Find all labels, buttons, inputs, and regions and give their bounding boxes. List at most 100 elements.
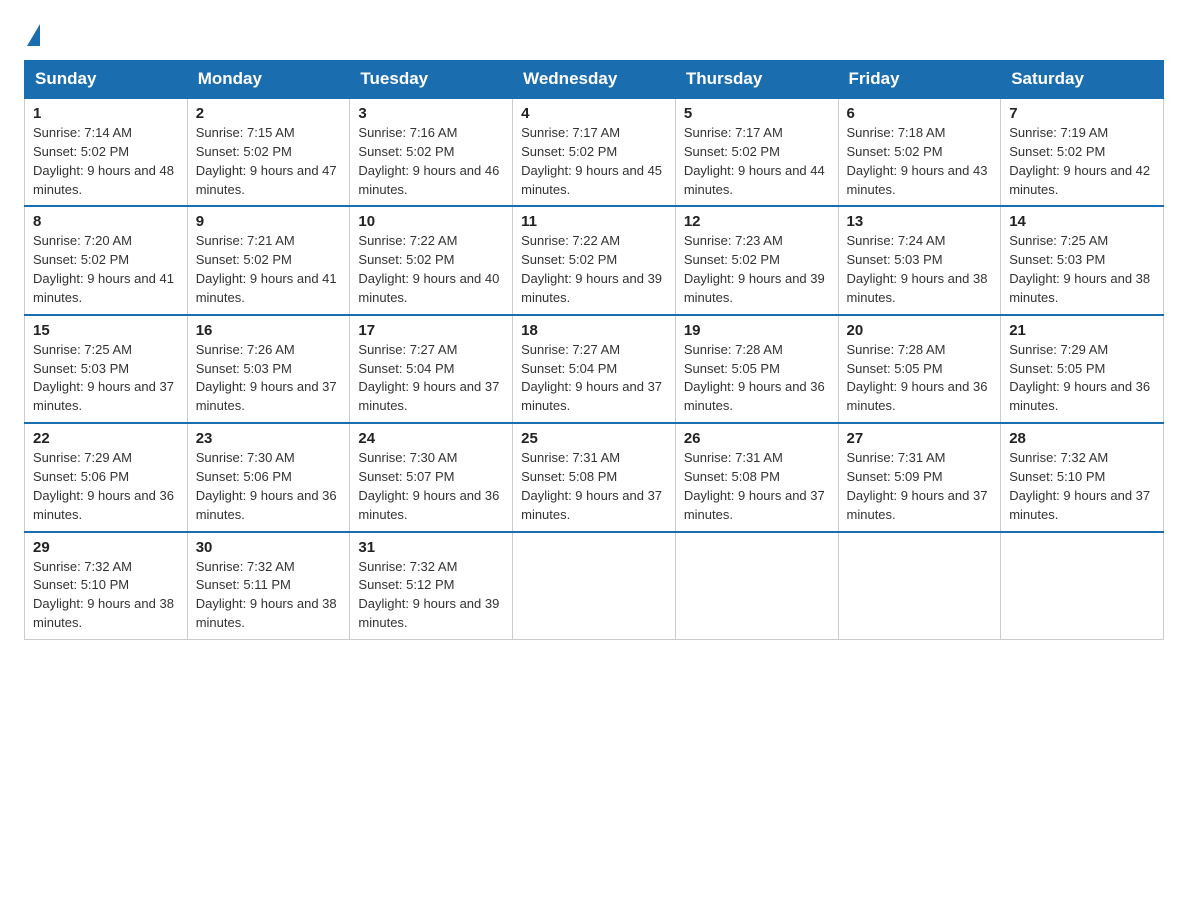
- day-cell: 2 Sunrise: 7:15 AMSunset: 5:02 PMDayligh…: [187, 98, 350, 206]
- logo: [24, 24, 40, 48]
- day-cell: 10 Sunrise: 7:22 AMSunset: 5:02 PMDaylig…: [350, 206, 513, 314]
- day-cell: 18 Sunrise: 7:27 AMSunset: 5:04 PMDaylig…: [513, 315, 676, 423]
- day-number: 2: [196, 105, 342, 122]
- day-number: 24: [358, 430, 504, 447]
- day-cell: 17 Sunrise: 7:27 AMSunset: 5:04 PMDaylig…: [350, 315, 513, 423]
- day-cell: 13 Sunrise: 7:24 AMSunset: 5:03 PMDaylig…: [838, 206, 1001, 314]
- day-cell: 20 Sunrise: 7:28 AMSunset: 5:05 PMDaylig…: [838, 315, 1001, 423]
- day-info: Sunrise: 7:27 AMSunset: 5:04 PMDaylight:…: [358, 342, 499, 414]
- day-cell: 3 Sunrise: 7:16 AMSunset: 5:02 PMDayligh…: [350, 98, 513, 206]
- day-number: 18: [521, 322, 667, 339]
- week-row-3: 15 Sunrise: 7:25 AMSunset: 5:03 PMDaylig…: [25, 315, 1164, 423]
- day-cell: 1 Sunrise: 7:14 AMSunset: 5:02 PMDayligh…: [25, 98, 188, 206]
- day-cell: 7 Sunrise: 7:19 AMSunset: 5:02 PMDayligh…: [1001, 98, 1164, 206]
- day-info: Sunrise: 7:17 AMSunset: 5:02 PMDaylight:…: [521, 125, 662, 197]
- day-info: Sunrise: 7:25 AMSunset: 5:03 PMDaylight:…: [1009, 233, 1150, 305]
- page-header: [24, 24, 1164, 48]
- day-info: Sunrise: 7:30 AMSunset: 5:07 PMDaylight:…: [358, 450, 499, 522]
- day-info: Sunrise: 7:24 AMSunset: 5:03 PMDaylight:…: [847, 233, 988, 305]
- week-row-2: 8 Sunrise: 7:20 AMSunset: 5:02 PMDayligh…: [25, 206, 1164, 314]
- day-number: 11: [521, 213, 667, 230]
- weekday-header-wednesday: Wednesday: [513, 61, 676, 99]
- day-cell: 28 Sunrise: 7:32 AMSunset: 5:10 PMDaylig…: [1001, 423, 1164, 531]
- weekday-header-monday: Monday: [187, 61, 350, 99]
- day-info: Sunrise: 7:29 AMSunset: 5:06 PMDaylight:…: [33, 450, 174, 522]
- day-info: Sunrise: 7:28 AMSunset: 5:05 PMDaylight:…: [847, 342, 988, 414]
- weekday-header-tuesday: Tuesday: [350, 61, 513, 99]
- day-number: 26: [684, 430, 830, 447]
- day-cell: 9 Sunrise: 7:21 AMSunset: 5:02 PMDayligh…: [187, 206, 350, 314]
- day-number: 15: [33, 322, 179, 339]
- weekday-header-thursday: Thursday: [675, 61, 838, 99]
- calendar-table: SundayMondayTuesdayWednesdayThursdayFrid…: [24, 60, 1164, 640]
- day-info: Sunrise: 7:32 AMSunset: 5:11 PMDaylight:…: [196, 559, 337, 631]
- day-cell: 8 Sunrise: 7:20 AMSunset: 5:02 PMDayligh…: [25, 206, 188, 314]
- day-cell: [513, 532, 676, 640]
- weekday-header-row: SundayMondayTuesdayWednesdayThursdayFrid…: [25, 61, 1164, 99]
- day-number: 29: [33, 539, 179, 556]
- day-cell: 6 Sunrise: 7:18 AMSunset: 5:02 PMDayligh…: [838, 98, 1001, 206]
- day-cell: 23 Sunrise: 7:30 AMSunset: 5:06 PMDaylig…: [187, 423, 350, 531]
- day-info: Sunrise: 7:26 AMSunset: 5:03 PMDaylight:…: [196, 342, 337, 414]
- day-cell: 4 Sunrise: 7:17 AMSunset: 5:02 PMDayligh…: [513, 98, 676, 206]
- day-cell: 11 Sunrise: 7:22 AMSunset: 5:02 PMDaylig…: [513, 206, 676, 314]
- day-cell: 27 Sunrise: 7:31 AMSunset: 5:09 PMDaylig…: [838, 423, 1001, 531]
- day-number: 19: [684, 322, 830, 339]
- weekday-header-sunday: Sunday: [25, 61, 188, 99]
- day-number: 1: [33, 105, 179, 122]
- week-row-1: 1 Sunrise: 7:14 AMSunset: 5:02 PMDayligh…: [25, 98, 1164, 206]
- day-info: Sunrise: 7:29 AMSunset: 5:05 PMDaylight:…: [1009, 342, 1150, 414]
- day-number: 10: [358, 213, 504, 230]
- day-number: 6: [847, 105, 993, 122]
- day-info: Sunrise: 7:31 AMSunset: 5:08 PMDaylight:…: [684, 450, 825, 522]
- day-cell: 14 Sunrise: 7:25 AMSunset: 5:03 PMDaylig…: [1001, 206, 1164, 314]
- day-number: 27: [847, 430, 993, 447]
- day-info: Sunrise: 7:16 AMSunset: 5:02 PMDaylight:…: [358, 125, 499, 197]
- day-number: 3: [358, 105, 504, 122]
- day-number: 4: [521, 105, 667, 122]
- day-number: 31: [358, 539, 504, 556]
- day-cell: 21 Sunrise: 7:29 AMSunset: 5:05 PMDaylig…: [1001, 315, 1164, 423]
- day-number: 14: [1009, 213, 1155, 230]
- day-info: Sunrise: 7:28 AMSunset: 5:05 PMDaylight:…: [684, 342, 825, 414]
- day-info: Sunrise: 7:25 AMSunset: 5:03 PMDaylight:…: [33, 342, 174, 414]
- day-info: Sunrise: 7:32 AMSunset: 5:10 PMDaylight:…: [33, 559, 174, 631]
- day-cell: [675, 532, 838, 640]
- week-row-4: 22 Sunrise: 7:29 AMSunset: 5:06 PMDaylig…: [25, 423, 1164, 531]
- day-cell: 24 Sunrise: 7:30 AMSunset: 5:07 PMDaylig…: [350, 423, 513, 531]
- day-number: 30: [196, 539, 342, 556]
- day-info: Sunrise: 7:22 AMSunset: 5:02 PMDaylight:…: [521, 233, 662, 305]
- day-info: Sunrise: 7:32 AMSunset: 5:12 PMDaylight:…: [358, 559, 499, 631]
- day-number: 17: [358, 322, 504, 339]
- day-info: Sunrise: 7:30 AMSunset: 5:06 PMDaylight:…: [196, 450, 337, 522]
- day-info: Sunrise: 7:18 AMSunset: 5:02 PMDaylight:…: [847, 125, 988, 197]
- day-cell: [838, 532, 1001, 640]
- week-row-5: 29 Sunrise: 7:32 AMSunset: 5:10 PMDaylig…: [25, 532, 1164, 640]
- day-info: Sunrise: 7:31 AMSunset: 5:09 PMDaylight:…: [847, 450, 988, 522]
- day-number: 16: [196, 322, 342, 339]
- day-number: 21: [1009, 322, 1155, 339]
- day-cell: 31 Sunrise: 7:32 AMSunset: 5:12 PMDaylig…: [350, 532, 513, 640]
- day-number: 28: [1009, 430, 1155, 447]
- day-number: 22: [33, 430, 179, 447]
- day-cell: 5 Sunrise: 7:17 AMSunset: 5:02 PMDayligh…: [675, 98, 838, 206]
- day-info: Sunrise: 7:17 AMSunset: 5:02 PMDaylight:…: [684, 125, 825, 197]
- day-info: Sunrise: 7:31 AMSunset: 5:08 PMDaylight:…: [521, 450, 662, 522]
- day-info: Sunrise: 7:20 AMSunset: 5:02 PMDaylight:…: [33, 233, 174, 305]
- day-cell: [1001, 532, 1164, 640]
- day-info: Sunrise: 7:15 AMSunset: 5:02 PMDaylight:…: [196, 125, 337, 197]
- day-number: 7: [1009, 105, 1155, 122]
- day-number: 12: [684, 213, 830, 230]
- day-number: 13: [847, 213, 993, 230]
- day-cell: 15 Sunrise: 7:25 AMSunset: 5:03 PMDaylig…: [25, 315, 188, 423]
- day-cell: 22 Sunrise: 7:29 AMSunset: 5:06 PMDaylig…: [25, 423, 188, 531]
- day-info: Sunrise: 7:32 AMSunset: 5:10 PMDaylight:…: [1009, 450, 1150, 522]
- day-cell: 12 Sunrise: 7:23 AMSunset: 5:02 PMDaylig…: [675, 206, 838, 314]
- day-info: Sunrise: 7:22 AMSunset: 5:02 PMDaylight:…: [358, 233, 499, 305]
- day-number: 25: [521, 430, 667, 447]
- day-info: Sunrise: 7:23 AMSunset: 5:02 PMDaylight:…: [684, 233, 825, 305]
- day-cell: 25 Sunrise: 7:31 AMSunset: 5:08 PMDaylig…: [513, 423, 676, 531]
- day-cell: 30 Sunrise: 7:32 AMSunset: 5:11 PMDaylig…: [187, 532, 350, 640]
- day-info: Sunrise: 7:21 AMSunset: 5:02 PMDaylight:…: [196, 233, 337, 305]
- day-cell: 16 Sunrise: 7:26 AMSunset: 5:03 PMDaylig…: [187, 315, 350, 423]
